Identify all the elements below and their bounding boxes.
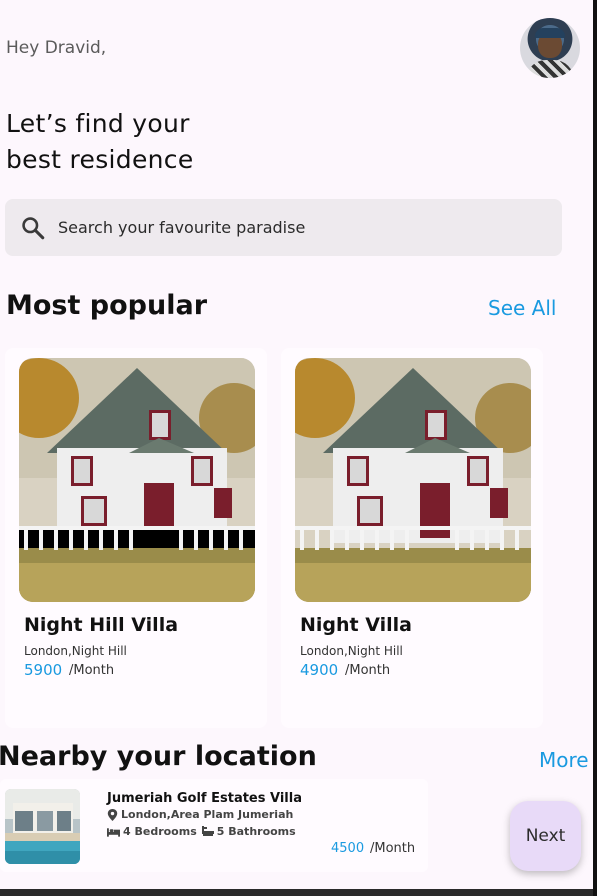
greeting: Hey Dravid, — [6, 38, 107, 58]
bedrooms-count: 4 Bedrooms — [123, 825, 197, 838]
search-icon — [22, 216, 45, 239]
nearby-thumbnail — [5, 789, 80, 864]
most-popular-title: Most popular — [6, 290, 208, 321]
nearby-rooms-row: 4 Bedrooms 5 Bathrooms — [107, 825, 296, 838]
more-link[interactable]: More — [539, 748, 589, 772]
nearby-period: /Month — [370, 841, 416, 856]
avatar[interactable] — [520, 18, 580, 78]
see-all-link[interactable]: See All — [488, 296, 556, 320]
location-pin-icon — [107, 808, 118, 821]
nearby-price: 4500 — [331, 841, 365, 856]
property-name: Night Hill Villa — [24, 614, 179, 636]
search-bar[interactable]: Search your favourite paradise — [5, 199, 562, 256]
property-card[interactable]: Night Villa London,Night Hill 4900 /Mont… — [281, 348, 543, 728]
property-period: /Month — [69, 663, 115, 678]
nearby-location: London,Area Plam Jumeriah — [121, 808, 294, 821]
nearby-title: Nearby your location — [0, 741, 317, 772]
property-period: /Month — [345, 663, 391, 678]
property-card[interactable]: Night Hill Villa London,Night Hill 5900 … — [5, 348, 267, 728]
right-edge-divider — [593, 0, 597, 896]
bathrooms-count: 5 Bathrooms — [216, 825, 296, 838]
search-placeholder[interactable]: Search your favourite paradise — [58, 218, 305, 237]
headline-line-1: Let’s find your — [6, 109, 190, 138]
next-button[interactable]: Next — [510, 801, 581, 871]
nearby-name: Jumeriah Golf Estates Villa — [107, 791, 302, 806]
property-photo — [295, 358, 531, 602]
page-headline: Let’s find your best residence — [6, 106, 194, 178]
property-name: Night Villa — [300, 614, 412, 636]
bottom-bar — [0, 889, 597, 896]
headline-line-2: best residence — [6, 145, 194, 174]
property-price: 5900 — [24, 661, 63, 679]
property-location: London,Night Hill — [300, 644, 403, 658]
nearby-location-row: London,Area Plam Jumeriah — [107, 808, 293, 821]
nearby-list-item[interactable]: Jumeriah Golf Estates Villa London,Area … — [0, 779, 428, 872]
property-price: 4900 — [300, 661, 339, 679]
property-location: London,Night Hill — [24, 644, 127, 658]
property-photo — [19, 358, 255, 602]
bed-icon — [107, 827, 120, 837]
bathtub-icon — [201, 826, 214, 836]
